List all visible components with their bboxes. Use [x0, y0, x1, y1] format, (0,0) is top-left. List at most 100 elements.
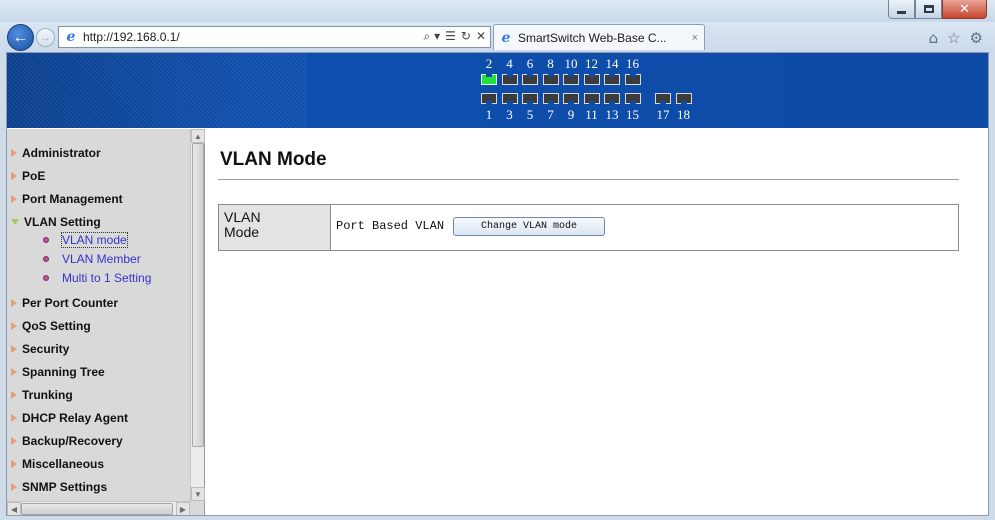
home-icon[interactable]: ⌂	[929, 29, 939, 47]
search-icon[interactable]: ⌕ ▾	[424, 29, 441, 44]
port-1[interactable]	[481, 93, 497, 104]
browser-toolbar-icons: ⌂ ☆ ⚙	[929, 29, 983, 47]
port-6[interactable]	[522, 74, 538, 85]
stop-icon[interactable]: ✕	[476, 29, 486, 44]
port-14[interactable]	[604, 74, 620, 85]
collapsed-arrow-icon	[11, 149, 17, 157]
port-7[interactable]	[542, 93, 559, 104]
port-8[interactable]	[542, 74, 559, 85]
minimize-icon	[897, 10, 906, 14]
sidebar-item-label: Port Management	[22, 192, 123, 206]
port-12[interactable]	[583, 74, 600, 85]
banner-texture	[7, 53, 307, 128]
sidebar-item-administrator[interactable]: Administrator	[11, 144, 101, 162]
refresh-icon[interactable]: ↻	[461, 29, 471, 44]
collapsed-arrow-icon	[11, 460, 17, 468]
vlan-mode-label-line2: Mode	[224, 224, 260, 240]
scroll-down-icon[interactable]: ▼	[191, 487, 205, 501]
maximize-icon	[923, 5, 934, 13]
sidebar-item-security[interactable]: Security	[11, 340, 69, 358]
back-button[interactable]: ←	[7, 24, 34, 51]
port-10[interactable]	[563, 74, 579, 85]
settings-gear-icon[interactable]: ⚙	[970, 29, 983, 47]
port-label-2: 2	[485, 56, 493, 71]
sidebar-vertical-scrollbar[interactable]: ▲ ▼	[190, 129, 205, 501]
hscrollbar-thumb[interactable]	[21, 503, 173, 515]
submenu-item-multi-to-1-setting[interactable]: Multi to 1 Setting	[43, 270, 151, 286]
forward-arrow-icon: →	[40, 31, 51, 44]
port-label-15: 15	[626, 107, 639, 122]
change-vlan-mode-button[interactable]: Change VLAN mode	[453, 216, 606, 236]
collapsed-arrow-icon	[11, 322, 17, 330]
collapsed-arrow-icon	[11, 414, 17, 422]
sidebar-item-label: Trunking	[22, 388, 73, 402]
port-label-12: 12	[585, 56, 598, 71]
forward-button[interactable]: →	[36, 28, 55, 47]
sidebar-horizontal-scrollbar[interactable]: ◀ ▶	[7, 501, 190, 515]
bullet-icon	[43, 237, 49, 243]
collapsed-arrow-icon	[11, 345, 17, 353]
address-bar[interactable]: e http://192.168.0.1/ ⌕ ▾ ☰ ↻ ✕	[58, 26, 491, 48]
vlan-mode-label: VLAN Mode	[219, 205, 331, 250]
port-label-5: 5	[526, 107, 534, 122]
tab-ie-icon: e	[501, 29, 511, 46]
sidebar-item-label: Spanning Tree	[22, 365, 105, 379]
port-17[interactable]	[655, 93, 671, 104]
scroll-left-icon[interactable]: ◀	[7, 502, 21, 515]
scroll-right-icon[interactable]: ▶	[176, 502, 190, 515]
port-3[interactable]	[501, 93, 518, 104]
port-9[interactable]	[563, 93, 579, 104]
sidebar-item-port-management[interactable]: Port Management	[11, 190, 123, 208]
port-15[interactable]	[624, 93, 641, 104]
sidebar-item-per-port-counter[interactable]: Per Port Counter	[11, 294, 118, 312]
submenu-item-vlan-member[interactable]: VLAN Member	[43, 251, 141, 267]
submenu-item-label: VLAN Member	[62, 252, 141, 266]
close-button[interactable]: ✕	[942, 0, 987, 19]
sidebar-item-dhcp-relay-agent[interactable]: DHCP Relay Agent	[11, 409, 128, 427]
collapsed-arrow-icon	[11, 172, 17, 180]
sidebar-item-label: Backup/Recovery	[22, 434, 123, 448]
port-label-3: 3	[506, 107, 513, 122]
submenu-item-vlan-mode[interactable]: VLAN mode	[43, 232, 128, 248]
window-titlebar: ✕	[0, 0, 995, 22]
maximize-button[interactable]	[915, 0, 942, 19]
ie-page-icon: e	[66, 29, 76, 45]
minimize-button[interactable]	[888, 0, 915, 19]
sidebar-item-qos-setting[interactable]: QoS Setting	[11, 317, 91, 335]
port-13[interactable]	[604, 93, 620, 104]
sidebar-item-label: SNMP Settings	[22, 480, 108, 494]
browser-tab[interactable]: e SmartSwitch Web-Base C... ×	[493, 24, 705, 50]
collapsed-arrow-icon	[11, 195, 17, 203]
tab-title: SmartSwitch Web-Base C...	[518, 30, 667, 45]
sidebar-item-backup-recovery[interactable]: Backup/Recovery	[11, 432, 123, 450]
favorites-star-icon[interactable]: ☆	[947, 29, 960, 47]
window-controls: ✕	[888, 0, 987, 19]
address-text[interactable]: http://192.168.0.1/	[83, 30, 180, 44]
tab-close-icon[interactable]: ×	[692, 32, 698, 44]
sidebar-menu: Administrator PoE Port Management VLAN Sett…	[7, 129, 190, 501]
port-18[interactable]	[675, 93, 692, 104]
sidebar-item-trunking[interactable]: Trunking	[11, 386, 73, 404]
collapsed-arrow-icon	[11, 368, 17, 376]
scroll-up-icon[interactable]: ▲	[191, 129, 205, 143]
sidebar-item-spanning-tree[interactable]: Spanning Tree	[11, 363, 105, 381]
expanded-arrow-icon	[11, 219, 19, 225]
sidebar-item-vlan-setting[interactable]: VLAN Setting	[11, 213, 101, 231]
sidebar-item-label: Miscellaneous	[22, 457, 105, 471]
port-16[interactable]	[624, 74, 641, 85]
sidebar-item-miscellaneous[interactable]: Miscellaneous	[11, 455, 104, 473]
port-label-10: 10	[564, 56, 578, 71]
port-label-9: 9	[567, 107, 575, 122]
port-11[interactable]	[583, 93, 600, 104]
vlan-mode-value-cell: Port Based VLAN Change VLAN mode	[331, 202, 958, 250]
sidebar-item-poe[interactable]: PoE	[11, 167, 45, 185]
sidebar-item-label: Per Port Counter	[22, 296, 119, 310]
compatibility-view-icon[interactable]: ☰	[445, 29, 456, 44]
port-4[interactable]	[501, 74, 518, 85]
sidebar-item-snmp-settings[interactable]: SNMP Settings	[11, 478, 107, 496]
port-2[interactable]	[481, 74, 497, 85]
port-label-13: 13	[605, 107, 619, 122]
vlan-mode-table: VLAN Mode Port Based VLAN Change VLAN mo…	[218, 204, 959, 251]
port-5[interactable]	[522, 93, 538, 104]
scrollbar-thumb[interactable]	[192, 143, 204, 447]
